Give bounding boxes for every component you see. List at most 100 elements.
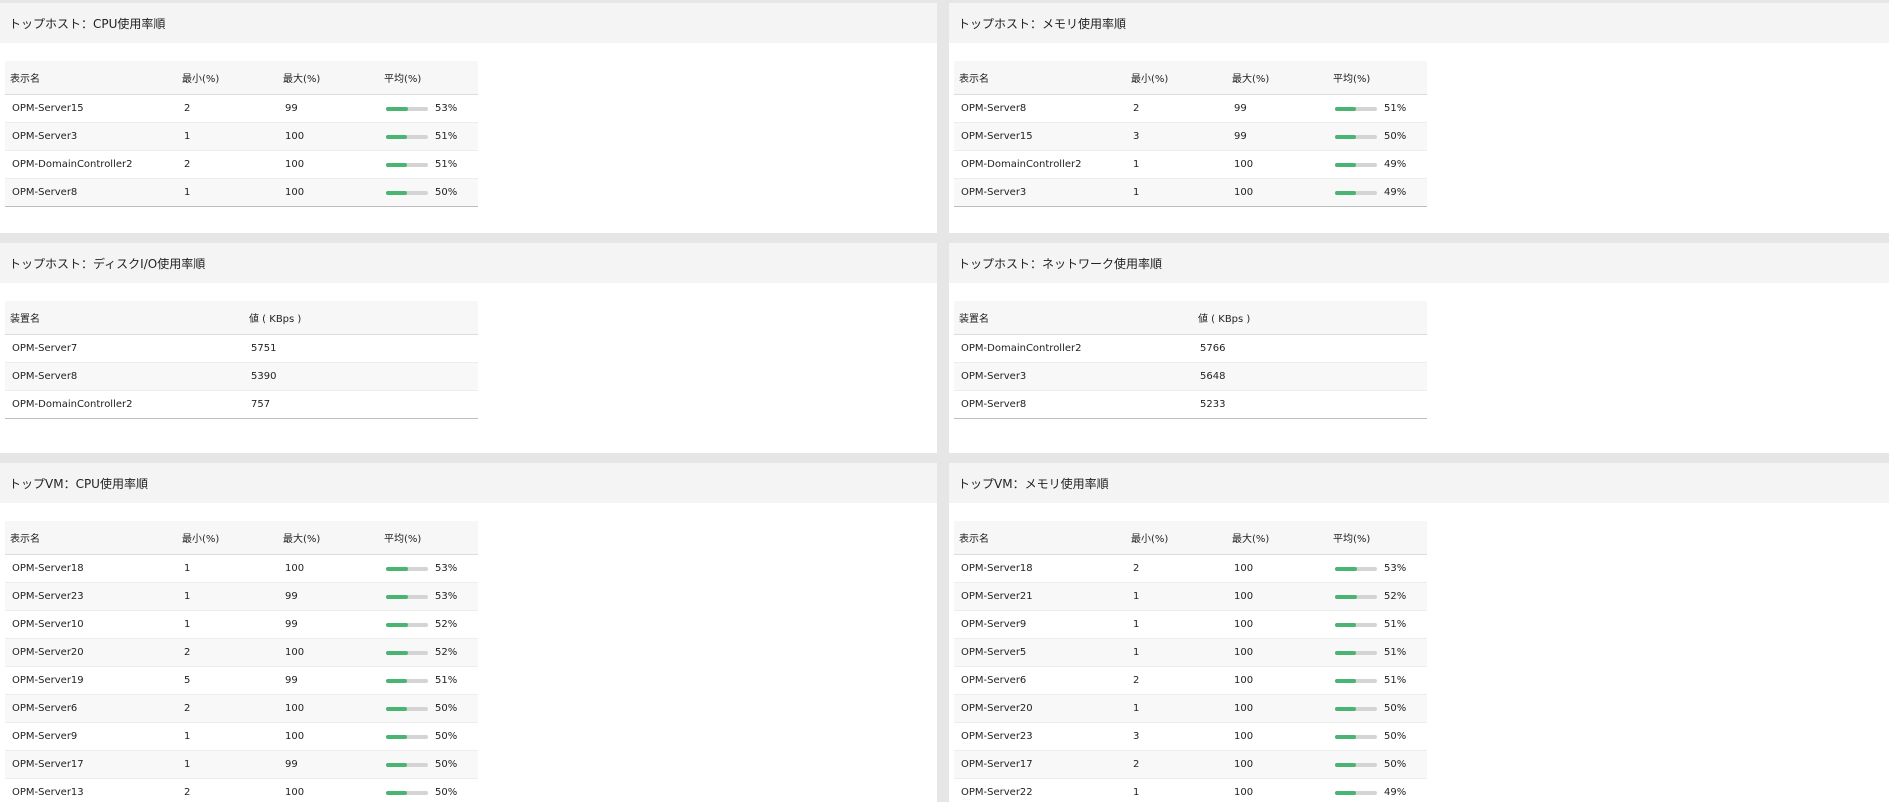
cell-name[interactable]: OPM-Server3 — [954, 362, 1193, 391]
avg-progress: 50% — [1335, 731, 1427, 742]
column-header-max[interactable]: 最大(%) — [1227, 521, 1328, 555]
cell-name[interactable]: OPM-Server17 — [954, 750, 1126, 779]
cell-min: 1 — [177, 582, 278, 611]
progress-bar-fill — [386, 678, 408, 683]
column-header-device[interactable]: 装置名 — [5, 301, 244, 335]
panel-title: トップホスト：CPU使用率順 — [0, 3, 937, 43]
cell-name[interactable]: OPM-Server21 — [954, 582, 1126, 611]
cell-avg: 53% — [1328, 554, 1427, 583]
host-network-table: 装置名 値 ( KBps ) OPM-DomainController2 5766… — [954, 301, 1427, 419]
table-row[interactable]: OPM-Server3 1 100 51% — [5, 122, 478, 151]
cell-name[interactable]: OPM-Server10 — [5, 610, 177, 639]
cell-name[interactable]: OPM-Server8 — [5, 178, 177, 207]
column-header-value[interactable]: 値 ( KBps ) — [244, 301, 478, 335]
table-row[interactable]: OPM-Server8 5390 — [5, 362, 478, 391]
column-header-max[interactable]: 最大(%) — [1227, 61, 1328, 95]
table-row[interactable]: OPM-Server8 1 100 50% — [5, 178, 478, 207]
table-row[interactable]: OPM-Server15 3 99 50% — [954, 122, 1427, 151]
table-row[interactable]: OPM-Server3 5648 — [954, 362, 1427, 391]
table-row[interactable]: OPM-Server6 2 100 51% — [954, 666, 1427, 695]
table-row[interactable]: OPM-Server20 1 100 50% — [954, 694, 1427, 723]
avg-progress: 50% — [1335, 759, 1427, 770]
cell-name[interactable]: OPM-Server5 — [954, 638, 1126, 667]
cell-name[interactable]: OPM-Server20 — [954, 694, 1126, 723]
cell-name[interactable]: OPM-Server20 — [5, 638, 177, 667]
column-header-max[interactable]: 最大(%) — [278, 521, 379, 555]
cell-name[interactable]: OPM-Server19 — [5, 666, 177, 695]
column-header-min[interactable]: 最小(%) — [177, 521, 278, 555]
cell-avg: 50% — [379, 778, 478, 802]
table-row[interactable]: OPM-Server15 2 99 53% — [5, 94, 478, 123]
avg-progress: 51% — [1335, 619, 1427, 630]
column-header-name[interactable]: 表示名 — [5, 61, 177, 95]
table-row[interactable]: OPM-Server9 1 100 51% — [954, 610, 1427, 639]
cell-name[interactable]: OPM-Server18 — [5, 554, 177, 583]
column-header-device[interactable]: 装置名 — [954, 301, 1193, 335]
cell-min: 2 — [177, 778, 278, 802]
table-row[interactable]: OPM-Server17 2 100 50% — [954, 750, 1427, 779]
avg-progress: 51% — [386, 675, 478, 686]
cell-name[interactable]: OPM-Server15 — [5, 94, 177, 123]
column-header-name[interactable]: 表示名 — [954, 61, 1126, 95]
cell-name[interactable]: OPM-DomainController2 — [5, 150, 177, 179]
column-header-max[interactable]: 最大(%) — [278, 61, 379, 95]
table-row[interactable]: OPM-Server21 1 100 52% — [954, 582, 1427, 611]
avg-label: 50% — [1384, 759, 1407, 770]
table-row[interactable]: OPM-Server9 1 100 50% — [5, 722, 478, 751]
cell-name[interactable]: OPM-Server8 — [954, 390, 1193, 419]
cell-name[interactable]: OPM-Server17 — [5, 750, 177, 779]
table-row[interactable]: OPM-Server18 2 100 53% — [954, 554, 1427, 583]
column-header-name[interactable]: 表示名 — [954, 521, 1126, 555]
table-row[interactable]: OPM-Server13 2 100 50% — [5, 778, 478, 802]
cell-name[interactable]: OPM-Server3 — [5, 122, 177, 151]
cell-name[interactable]: OPM-DomainController2 — [954, 334, 1193, 363]
table-row[interactable]: OPM-Server3 1 100 49% — [954, 178, 1427, 207]
cell-name[interactable]: OPM-DomainController2 — [5, 390, 244, 419]
cell-name[interactable]: OPM-Server9 — [954, 610, 1126, 639]
cell-name[interactable]: OPM-DomainController2 — [954, 150, 1126, 179]
cell-name[interactable]: OPM-Server9 — [5, 722, 177, 751]
table-row[interactable]: OPM-Server17 1 99 50% — [5, 750, 478, 779]
table-row[interactable]: OPM-Server8 2 99 51% — [954, 94, 1427, 123]
column-header-name[interactable]: 表示名 — [5, 521, 177, 555]
cell-name[interactable]: OPM-Server6 — [954, 666, 1126, 695]
column-header-avg[interactable]: 平均(%) — [379, 61, 478, 95]
table-row[interactable]: OPM-Server10 1 99 52% — [5, 610, 478, 639]
table-row[interactable]: OPM-Server22 1 100 49% — [954, 778, 1427, 802]
cell-name[interactable]: OPM-Server13 — [5, 778, 177, 802]
table-row[interactable]: OPM-Server6 2 100 50% — [5, 694, 478, 723]
cell-name[interactable]: OPM-Server7 — [5, 334, 244, 363]
cell-name[interactable]: OPM-Server8 — [954, 94, 1126, 123]
table-row[interactable]: OPM-DomainController2 5766 — [954, 334, 1427, 363]
column-header-min[interactable]: 最小(%) — [1126, 521, 1227, 555]
table-row[interactable]: OPM-Server19 5 99 51% — [5, 666, 478, 695]
table-row[interactable]: OPM-Server20 2 100 52% — [5, 638, 478, 667]
cell-name[interactable]: OPM-Server22 — [954, 778, 1126, 802]
column-header-avg[interactable]: 平均(%) — [1328, 521, 1427, 555]
cell-name[interactable]: OPM-Server23 — [954, 722, 1126, 751]
cell-name[interactable]: OPM-Server8 — [5, 362, 244, 391]
cell-name[interactable]: OPM-Server3 — [954, 178, 1126, 207]
table-row[interactable]: OPM-DomainController2 2 100 51% — [5, 150, 478, 179]
table-row[interactable]: OPM-Server8 5233 — [954, 390, 1427, 419]
table-row[interactable]: OPM-Server5 1 100 51% — [954, 638, 1427, 667]
column-header-avg[interactable]: 平均(%) — [379, 521, 478, 555]
progress-bar-fill — [1335, 566, 1358, 571]
column-header-avg[interactable]: 平均(%) — [1328, 61, 1427, 95]
cell-min: 1 — [1126, 582, 1227, 611]
table-row[interactable]: OPM-Server7 5751 — [5, 334, 478, 363]
table-row[interactable]: OPM-DomainController2 757 — [5, 390, 478, 419]
cell-name[interactable]: OPM-Server6 — [5, 694, 177, 723]
table-row[interactable]: OPM-DomainController2 1 100 49% — [954, 150, 1427, 179]
table-row[interactable]: OPM-Server23 3 100 50% — [954, 722, 1427, 751]
column-header-min[interactable]: 最小(%) — [1126, 61, 1227, 95]
cell-name[interactable]: OPM-Server18 — [954, 554, 1126, 583]
cell-min: 1 — [177, 610, 278, 639]
cell-name[interactable]: OPM-Server23 — [5, 582, 177, 611]
cell-value: 757 — [244, 390, 478, 419]
cell-name[interactable]: OPM-Server15 — [954, 122, 1126, 151]
table-row[interactable]: OPM-Server18 1 100 53% — [5, 554, 478, 583]
table-row[interactable]: OPM-Server23 1 99 53% — [5, 582, 478, 611]
column-header-min[interactable]: 最小(%) — [177, 61, 278, 95]
column-header-value[interactable]: 値 ( KBps ) — [1193, 301, 1427, 335]
